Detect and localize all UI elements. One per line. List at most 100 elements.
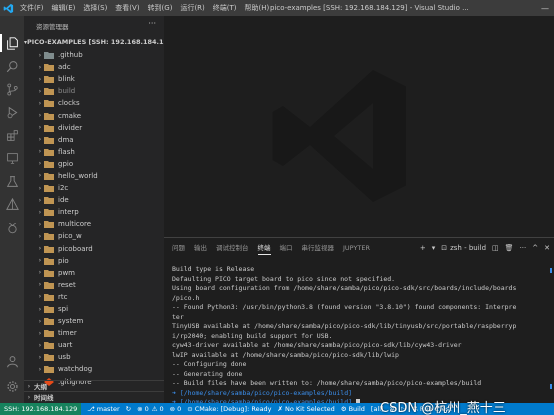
cmake-icon[interactable] [4,196,20,212]
menu-terminal[interactable]: 终端(T) [209,0,241,16]
chevron-right-icon: › [38,87,42,95]
timeline-section[interactable]: › 时间线 [24,391,164,402]
run-debug-icon[interactable] [4,104,20,120]
tree-item[interactable]: › pico_w [24,230,164,242]
tree-item[interactable]: › hello_world [24,170,164,182]
tree-item[interactable]: › interp [24,206,164,218]
raspberry-pi-icon[interactable] [4,219,20,235]
terminal-line: lwIP available at /home/share/samba/pico… [172,350,399,359]
menu-help[interactable]: 帮助(H) [241,0,274,16]
cmake-label: CMake: [Debug]: Ready [194,405,272,413]
more-actions-icon[interactable]: ··· [520,244,527,252]
tree-item[interactable]: › clocks [24,97,164,109]
terminal-selector[interactable]: ⊡ zsh - build [441,244,486,252]
chevron-down-icon[interactable]: ▾ [432,244,436,252]
panel-tabs: 问题 输出 调试控制台 终端 端口 串行监视器 JUPYTER [164,238,379,258]
tree-item[interactable]: › uart [24,339,164,351]
outline-section[interactable]: › 大纲 [24,380,164,391]
file-tree: › .github › adc › blink › build › clocks › cmake › di… [24,49,164,388]
ports-count: 0 [177,405,182,413]
branch-status[interactable]: ⎇ master [87,405,119,413]
search-icon[interactable] [4,58,20,74]
tree-item[interactable]: › watchdog [24,363,164,375]
sync-icon[interactable]: ↻ [126,405,131,413]
chevron-right-icon: › [38,75,42,83]
tab-debug-console[interactable]: 调试控制台 [216,238,249,258]
explorer-icon[interactable] [4,35,20,51]
chevron-right-icon: › [38,365,42,373]
menu-edit[interactable]: 编辑(E) [48,0,80,16]
menu-run[interactable]: 运行(R) [176,0,208,16]
menu-file[interactable]: 文件(F) [16,0,48,16]
tree-item[interactable]: › divider [24,122,164,134]
tree-item[interactable]: › cmake [24,109,164,121]
tree-item-label: spi [58,305,69,314]
prompt-cwd: [/home/share/samba/pico/pico-examples/bu… [179,388,353,397]
maximize-panel-icon[interactable]: ^ [532,244,538,252]
settings-gear-icon[interactable] [4,378,20,394]
tree-item[interactable]: › reset [24,279,164,291]
tree-item[interactable]: › timer [24,327,164,339]
extensions-icon[interactable] [4,127,20,143]
tree-item[interactable]: › dma [24,134,164,146]
tree-item-label: ide [58,196,69,205]
tree-item[interactable]: › flash [24,146,164,158]
folder-icon [44,330,54,338]
problems-status[interactable]: ⊗ 0 ⚠ 0 [137,405,164,413]
tree-item[interactable]: › i2c [24,182,164,194]
terminal-prompt-line: ➜ [/home/share/samba/pico/pico-examples/… [172,389,548,399]
editor-area[interactable] [164,16,554,237]
tab-jupyter[interactable]: JUPYTER [343,238,370,258]
close-panel-icon[interactable]: ✕ [544,244,550,252]
tree-item[interactable]: › rtc [24,291,164,303]
chevron-right-icon: › [38,317,42,325]
chevron-right-icon: › [38,160,42,168]
more-actions-icon[interactable]: ··· [148,19,156,28]
menu-selection[interactable]: 选择(S) [79,0,111,16]
terminal-output[interactable]: Build type is Release Defaulting PICO tar… [172,265,548,408]
tree-item[interactable]: › spi [24,303,164,315]
tree-item[interactable]: › pio [24,255,164,267]
folder-icon [44,197,54,205]
tree-item[interactable]: › build [24,85,164,97]
menu-go[interactable]: 转到(G) [144,0,177,16]
tree-item[interactable]: › adc [24,61,164,73]
tab-terminal[interactable]: 终端 [257,238,271,258]
testing-icon[interactable] [4,173,20,189]
remote-explorer-icon[interactable] [4,150,20,166]
tree-item[interactable]: › .github [24,49,164,61]
build-status[interactable]: ⚙ Build [341,405,365,413]
split-terminal-icon[interactable]: ◫ [492,244,499,252]
tree-item-label: clocks [58,99,80,108]
ports-status[interactable]: ⊚ 0 [170,405,182,413]
tab-serial-monitor[interactable]: 串行监视器 [302,238,335,258]
tree-item[interactable]: › blink [24,73,164,85]
folder-icon [44,124,54,132]
tree-item[interactable]: › picoboard [24,243,164,255]
terminal-line: -- Build files have been written to: /ho… [172,379,482,387]
account-icon[interactable] [4,353,20,369]
remote-indicator[interactable]: SSH: 192.168.184.129 [0,403,82,415]
terminal-line: ter [172,312,184,321]
tab-problems[interactable]: 问题 [172,238,185,258]
tree-item[interactable]: › multicore [24,218,164,230]
kit-status[interactable]: ✗ No Kit Selected [278,405,335,413]
tree-item-label: usb [58,353,71,362]
tree-item-label: picoboard [58,244,93,253]
tree-item[interactable]: › ide [24,194,164,206]
minimize-button[interactable]: — [536,0,554,16]
menu-view[interactable]: 查看(V) [111,0,143,16]
workspace-section-header[interactable]: ▾ PICO-EXAMPLES [SSH: 192.168.184.129] [24,36,164,48]
new-terminal-plus-icon[interactable]: + [420,244,426,252]
tab-output[interactable]: 输出 [194,238,207,258]
tree-item[interactable]: › usb [24,351,164,363]
tree-item[interactable]: › gpio [24,158,164,170]
source-control-icon[interactable] [4,81,20,97]
tree-item-label: divider [58,123,83,132]
tree-item[interactable]: › system [24,315,164,327]
trash-icon[interactable]: 🗑 [505,244,514,252]
tree-item[interactable]: › pwm [24,267,164,279]
cmake-status[interactable]: ⊙ CMake: [Debug]: Ready [187,405,271,413]
tree-item-label: reset [58,280,76,289]
tab-ports[interactable]: 端口 [280,238,293,258]
